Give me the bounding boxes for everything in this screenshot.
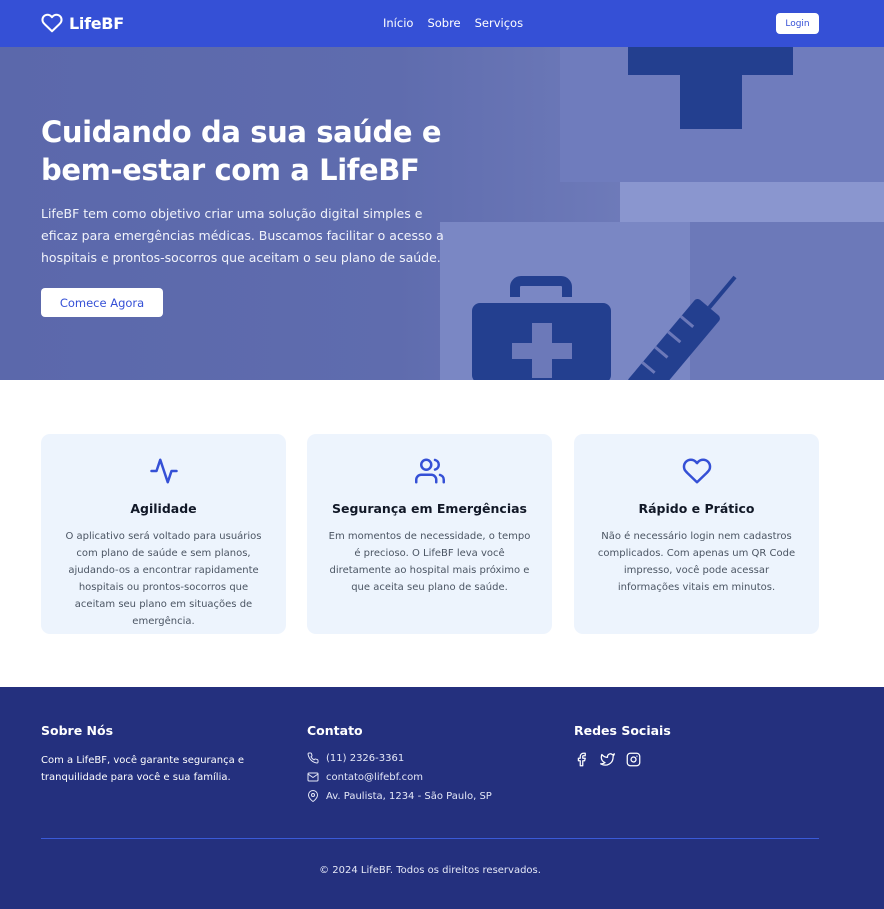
heart-icon [682,458,711,484]
feature-title: Agilidade [130,501,197,516]
activity-icon [149,458,178,484]
facebook-icon[interactable] [574,752,589,767]
hero-section: Cuidando da sua saúde e bem-estar com a … [0,47,884,380]
footer-contact-heading: Contato [307,723,363,738]
feature-title: Segurança em Emergências [332,501,527,516]
nav-link-servicos[interactable]: Serviços [475,16,523,30]
hero-description: LifeBF tem como objetivo criar uma soluç… [41,206,444,265]
hero-title: Cuidando da sua saúde e bem-estar com a … [41,115,442,187]
brand-name: LifeBF [69,13,124,33]
social-links [574,752,671,767]
users-icon [414,458,445,484]
footer-social-heading: Redes Sociais [574,723,671,738]
feature-text: Em momentos de necessidade, o tempo é pr… [328,531,531,593]
heart-logo-icon [41,13,63,33]
comece-agora-button[interactable]: Comece Agora [41,288,163,317]
contact-address: Av. Paulista, 1234 - São Paulo, SP [307,790,492,802]
feature-text: Não é necessário login nem cadastros com… [597,531,796,593]
footer-social: Redes Sociais [574,723,671,767]
nav-link-inicio[interactable]: Início [383,16,413,30]
feature-text: O aplicativo será voltado para usuários … [65,531,262,627]
login-button[interactable]: Login [776,13,819,34]
twitter-icon[interactable] [600,752,615,767]
phone-icon [307,752,319,764]
instagram-icon[interactable] [626,752,641,767]
contact-address-text: Av. Paulista, 1234 - São Paulo, SP [326,790,492,802]
contact-phone-text: (11) 2326-3361 [326,752,405,764]
mail-icon [307,772,319,782]
copyright-text: © 2024 LifeBF. Todos os direitos reserva… [319,865,541,876]
feature-card-rapido: Rápido e Prático Não é necessário login … [574,434,819,634]
footer: Sobre Nós Com a LifeBF, você garante seg… [0,687,884,909]
brand-logo[interactable]: LifeBF [41,12,124,34]
contact-email-text: contato@lifebf.com [326,771,423,783]
nav-links: Início Sobre Serviços [383,16,537,30]
navbar: LifeBF Início Sobre Serviços Login [0,0,884,47]
map-pin-icon [308,790,318,802]
footer-about-text: Com a LifeBF, você garante segurança e t… [41,755,245,783]
footer-about: Sobre Nós Com a LifeBF, você garante seg… [41,723,251,786]
footer-about-heading: Sobre Nós [41,723,114,738]
feature-card-agilidade: Agilidade O aplicativo será voltado para… [41,434,286,634]
feature-title: Rápido e Prático [638,501,755,516]
contact-phone[interactable]: (11) 2326-3361 [307,752,492,764]
feature-card-seguranca: Segurança em Emergências Em momentos de … [307,434,552,634]
nav-link-sobre[interactable]: Sobre [427,16,460,30]
footer-contact: Contato (11) 2326-3361 contato@lifebf.co… [307,723,492,809]
features-section: Agilidade O aplicativo será voltado para… [0,380,884,687]
contact-email[interactable]: contato@lifebf.com [307,771,492,783]
footer-divider [41,838,819,839]
